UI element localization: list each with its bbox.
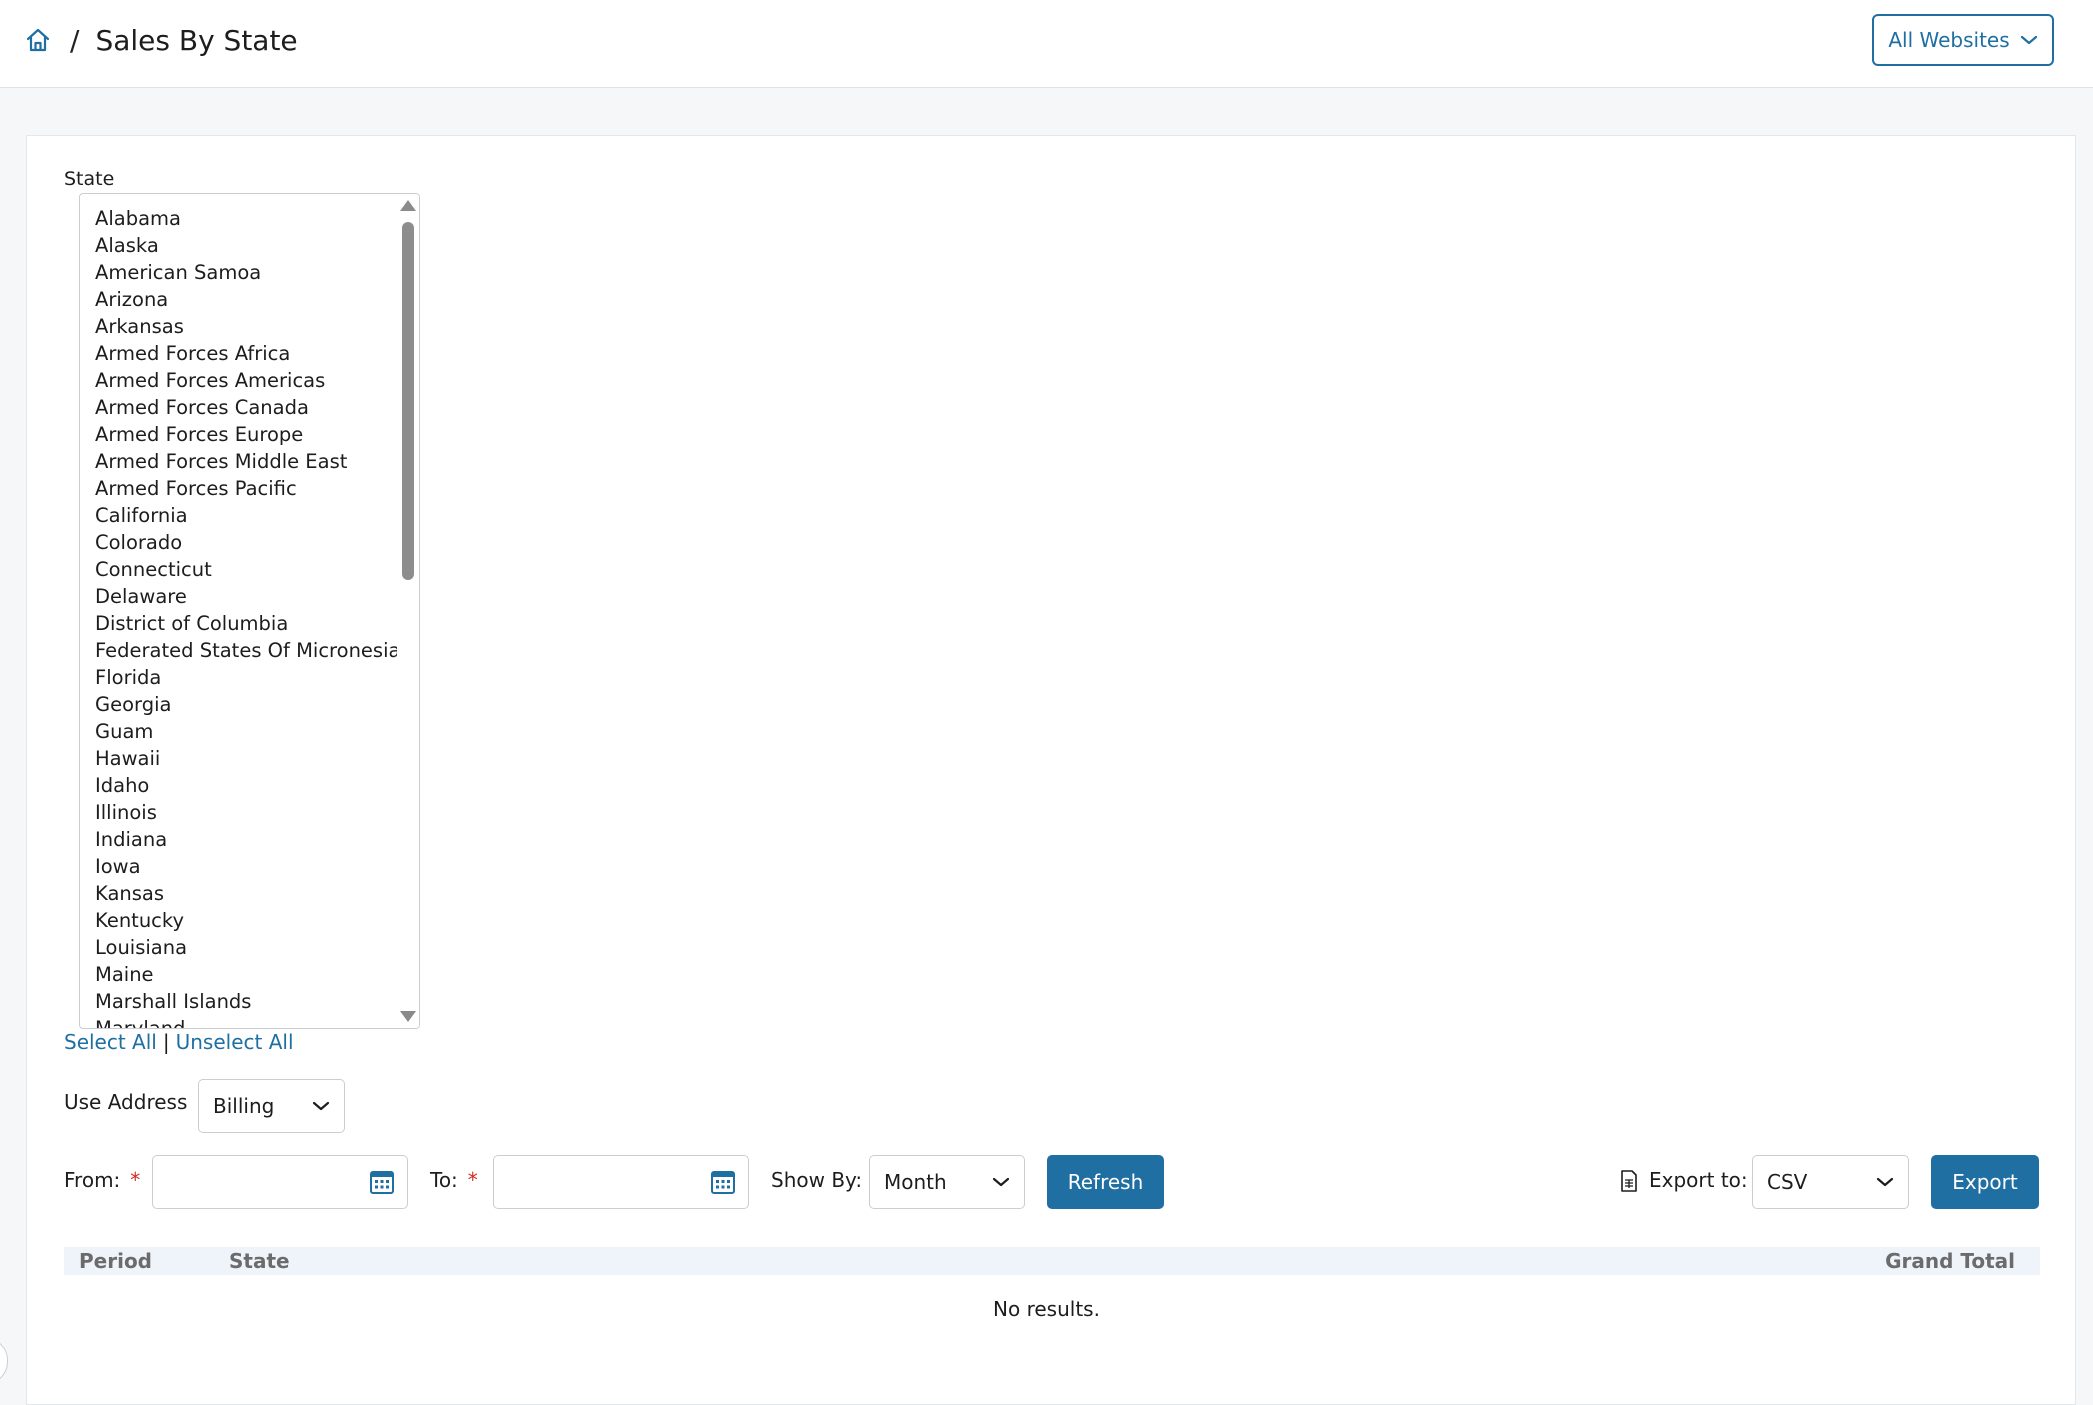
state-option[interactable]: Armed Forces Europe [95, 421, 400, 448]
state-multiselect[interactable]: Alabama Alaska American Samoa Arizona Arkans… [79, 193, 420, 1029]
state-option[interactable]: Armed Forces Middle East [95, 448, 400, 475]
state-option[interactable]: Arizona [95, 286, 400, 313]
chevron-down-icon [312, 1101, 330, 1111]
state-label: State [64, 168, 115, 190]
export-to-label: Export to: [1649, 1168, 1748, 1192]
document-icon [1621, 1170, 1637, 1192]
state-option[interactable]: Armed Forces Americas [95, 367, 400, 394]
use-address-value: Billing [213, 1094, 275, 1118]
column-header-state[interactable]: State [229, 1247, 290, 1275]
state-option[interactable]: Alabama [95, 205, 400, 232]
state-option[interactable]: Indiana [95, 826, 400, 853]
state-option[interactable]: Georgia [95, 691, 400, 718]
side-toggle-tab[interactable] [0, 1338, 8, 1384]
use-address-select[interactable]: Billing [198, 1079, 345, 1133]
use-address-label: Use Address [64, 1090, 188, 1114]
state-option[interactable]: American Samoa [95, 259, 400, 286]
calendar-icon[interactable] [710, 1169, 736, 1195]
scroll-down-arrow-icon[interactable] [400, 1011, 416, 1022]
state-option[interactable]: Kansas [95, 880, 400, 907]
state-option[interactable]: Arkansas [95, 313, 400, 340]
chevron-down-icon [992, 1177, 1010, 1187]
top-bar: / Sales By State All Websites [0, 0, 2093, 88]
state-option[interactable]: Delaware [95, 583, 400, 610]
state-option[interactable]: Armed Forces Africa [95, 340, 400, 367]
website-selector-button[interactable]: All Websites [1872, 14, 2054, 66]
state-option[interactable]: Louisiana [95, 934, 400, 961]
state-option[interactable]: Connecticut [95, 556, 400, 583]
required-mark: * [467, 1168, 478, 1192]
refresh-button[interactable]: Refresh [1047, 1155, 1164, 1209]
select-links: Select All | Unselect All [64, 1030, 294, 1054]
select-all-link[interactable]: Select All [64, 1030, 157, 1054]
to-label-text: To: [430, 1168, 458, 1192]
required-mark: * [130, 1168, 141, 1192]
state-option[interactable]: Marshall Islands [95, 988, 400, 1015]
calendar-icon[interactable] [369, 1169, 395, 1195]
state-option[interactable]: Illinois [95, 799, 400, 826]
state-options: Alabama Alaska American Samoa Arizona Arkans… [95, 205, 400, 1028]
state-option[interactable]: Maryland [95, 1015, 400, 1028]
export-format-select[interactable]: CSV [1752, 1155, 1909, 1209]
state-option[interactable]: Florida [95, 664, 400, 691]
website-selector-label: All Websites [1888, 28, 2010, 52]
from-date-input[interactable] [152, 1155, 408, 1209]
state-option[interactable]: Idaho [95, 772, 400, 799]
home-icon[interactable] [24, 26, 52, 54]
scrollbar[interactable] [397, 194, 419, 1028]
link-divider: | [162, 1030, 170, 1054]
state-option[interactable]: California [95, 502, 400, 529]
state-option[interactable]: Colorado [95, 529, 400, 556]
state-option[interactable]: Kentucky [95, 907, 400, 934]
column-header-period[interactable]: Period [79, 1247, 152, 1275]
state-option[interactable]: Alaska [95, 232, 400, 259]
export-button[interactable]: Export [1931, 1155, 2039, 1209]
column-header-grand-total[interactable]: Grand Total [1885, 1247, 2015, 1275]
export-format-value: CSV [1767, 1170, 1808, 1194]
state-option[interactable]: Iowa [95, 853, 400, 880]
breadcrumb-separator: / [70, 23, 80, 57]
show-by-value: Month [884, 1170, 947, 1194]
state-option[interactable]: Maine [95, 961, 400, 988]
from-label: From: * [64, 1168, 140, 1192]
show-by-select[interactable]: Month [869, 1155, 1025, 1209]
empty-results-message: No results. [993, 1297, 1100, 1321]
state-option[interactable]: Hawaii [95, 745, 400, 772]
to-date-input[interactable] [493, 1155, 749, 1209]
breadcrumb: / Sales By State [24, 20, 298, 60]
state-option[interactable]: Guam [95, 718, 400, 745]
scroll-up-arrow-icon[interactable] [400, 200, 416, 211]
state-option[interactable]: Armed Forces Canada [95, 394, 400, 421]
show-by-label: Show By: [771, 1168, 863, 1192]
page-title: Sales By State [95, 23, 298, 57]
state-option[interactable]: District of Columbia [95, 610, 400, 637]
results-table-header: Period State Grand Total [64, 1247, 2040, 1275]
to-label: To: * [430, 1168, 478, 1192]
from-label-text: From: [64, 1168, 121, 1192]
state-option[interactable]: Armed Forces Pacific [95, 475, 400, 502]
state-option[interactable]: Federated States Of Micronesia [95, 637, 400, 664]
unselect-all-link[interactable]: Unselect All [176, 1030, 294, 1054]
chevron-down-icon [1876, 1177, 1894, 1187]
chevron-down-icon [2020, 35, 2037, 45]
scrollbar-thumb[interactable] [402, 222, 414, 580]
